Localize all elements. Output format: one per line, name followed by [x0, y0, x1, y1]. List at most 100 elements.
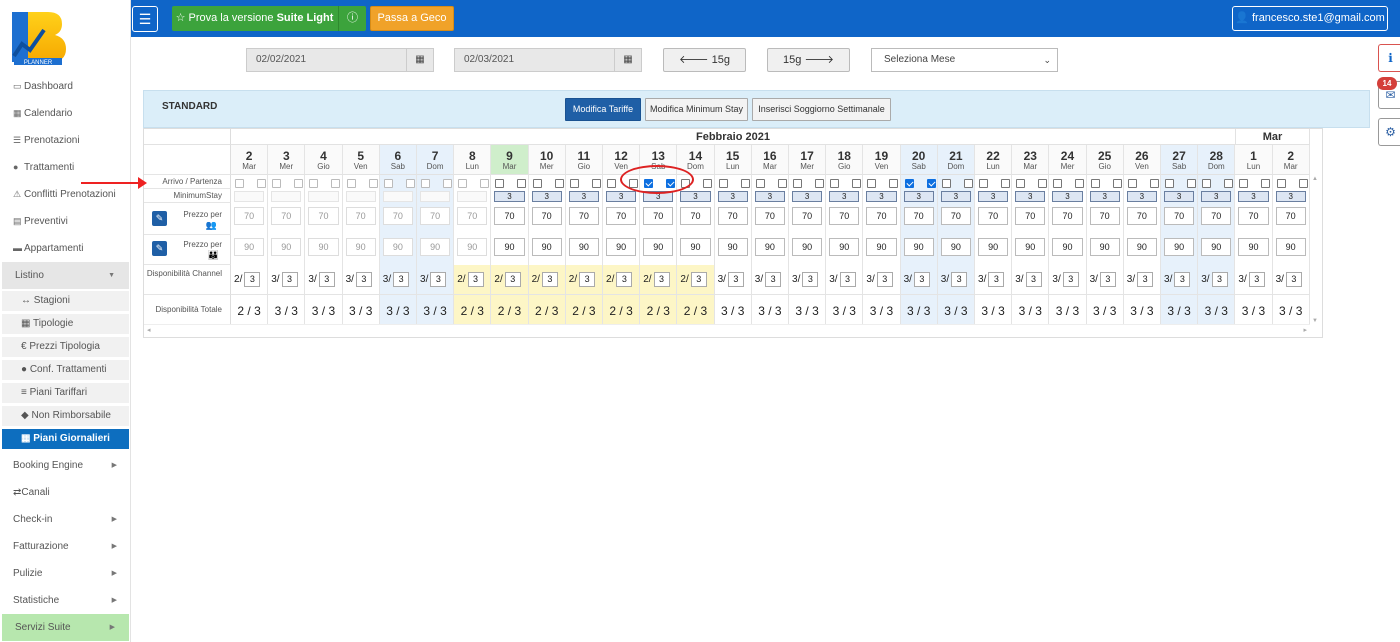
edit-pencil-button[interactable]: ✎ — [152, 241, 167, 256]
vertical-scrollbar[interactable]: ▲ ▼ — [1310, 176, 1322, 326]
price-2-persons-field[interactable]: 70 — [1126, 207, 1157, 225]
arrivo-checkbox[interactable] — [755, 179, 765, 188]
scroll-right-icon[interactable]: ▸ — [1303, 326, 1307, 334]
channel-availability-input[interactable]: 3 — [393, 272, 410, 287]
price-2-persons-field[interactable]: 70 — [866, 207, 897, 225]
price-3-persons-field[interactable]: 90 — [382, 238, 413, 256]
channel-availability-input[interactable]: 3 — [765, 272, 782, 287]
channel-availability-input[interactable]: 3 — [318, 272, 335, 287]
sidebar-item-servizi-suite[interactable]: Servizi Suite ▶ — [2, 614, 129, 641]
arrivo-checkbox[interactable] — [1053, 179, 1063, 188]
partenza-checkbox[interactable] — [852, 179, 862, 188]
price-3-persons-field[interactable]: 90 — [829, 238, 860, 256]
sidebar-item-calendario[interactable]: ▦ Calendario — [0, 100, 131, 127]
partenza-checkbox[interactable] — [926, 179, 936, 188]
month-select[interactable]: Seleziona Mese ⌄ — [871, 48, 1058, 72]
price-2-persons-field[interactable]: 70 — [792, 207, 823, 225]
price-2-persons-field[interactable]: 70 — [1089, 207, 1120, 225]
partenza-checkbox[interactable] — [777, 179, 787, 188]
min-stay-field[interactable]: 3 — [1126, 191, 1157, 202]
partenza-checkbox[interactable] — [1112, 179, 1122, 188]
horizontal-scrollbar[interactable]: ◂ ▸ — [144, 324, 1310, 336]
channel-availability-input[interactable]: 3 — [876, 272, 893, 287]
partenza-checkbox[interactable] — [1187, 179, 1196, 188]
price-3-persons-field[interactable]: 90 — [866, 238, 897, 256]
channel-availability-input[interactable]: 3 — [802, 272, 819, 287]
user-account-button[interactable]: 👤 francesco.ste1@gmail.com — [1232, 6, 1388, 31]
price-2-persons-field[interactable]: 70 — [680, 207, 711, 225]
arrivo-checkbox[interactable] — [1016, 179, 1026, 188]
price-2-persons-field[interactable]: 70 — [1201, 207, 1232, 225]
min-stay-field[interactable]: 3 — [1052, 191, 1083, 202]
arrivo-checkbox[interactable] — [1090, 179, 1100, 188]
sidebar-subitem-prezzi-tipologia[interactable]: € Prezzi Tipologia — [2, 337, 129, 357]
arrivo-checkbox[interactable] — [569, 179, 579, 188]
sidebar-item-fatturazione[interactable]: Fatturazione ▶ — [0, 533, 131, 560]
arrivo-checkbox[interactable] — [830, 179, 840, 188]
min-stay-field[interactable]: 3 — [606, 191, 637, 202]
date-to-field[interactable]: 02/03/2021 ▦ — [454, 48, 642, 72]
price-3-persons-field[interactable]: 90 — [1089, 238, 1120, 256]
price-2-persons-field[interactable]: 70 — [1164, 207, 1195, 225]
channel-availability-input[interactable]: 3 — [467, 272, 484, 287]
sidebar-item-prenotazioni[interactable]: ☰ Prenotazioni — [0, 127, 131, 154]
channel-availability-input[interactable]: 3 — [1137, 272, 1154, 287]
sidebar-subitem-tipologie[interactable]: ▦ Tipologie — [2, 314, 129, 334]
price-3-persons-field[interactable]: 90 — [308, 238, 339, 256]
channel-availability-input[interactable]: 3 — [1285, 272, 1302, 287]
scroll-down-icon[interactable]: ▼ — [1312, 318, 1318, 324]
arrivo-checkbox[interactable] — [272, 179, 282, 188]
settings-side-button[interactable]: ⚙ — [1378, 118, 1400, 146]
price-2-persons-field[interactable]: 70 — [1015, 207, 1046, 225]
arrivo-checkbox[interactable] — [421, 179, 430, 188]
min-stay-field[interactable]: 3 — [382, 191, 413, 202]
partenza-checkbox[interactable] — [554, 179, 564, 188]
price-2-persons-field[interactable]: 70 — [457, 207, 488, 225]
price-2-persons-field[interactable]: 70 — [978, 207, 1009, 225]
partenza-checkbox[interactable] — [591, 179, 601, 188]
sidebar-subitem-piani-tariffari[interactable]: ≡ Piani Tariffari — [2, 383, 129, 403]
price-3-persons-field[interactable]: 90 — [754, 238, 785, 256]
arrivo-checkbox[interactable] — [867, 179, 877, 188]
arrivo-checkbox[interactable] — [1202, 179, 1212, 188]
sidebar-item-conflitti-prenotazioni[interactable]: ⚠ Conflitti Prenotazioni — [0, 181, 131, 208]
calendar-icon[interactable]: ▦ — [406, 49, 433, 71]
price-2-persons-field[interactable]: 70 — [308, 207, 339, 225]
channel-availability-input[interactable]: 3 — [541, 272, 558, 287]
partenza-checkbox[interactable] — [517, 179, 527, 188]
min-stay-field[interactable]: 3 — [792, 191, 823, 202]
price-3-persons-field[interactable]: 90 — [568, 238, 599, 256]
min-stay-field[interactable]: 3 — [754, 191, 785, 202]
sidebar-item-canali[interactable]: ⇄Canali — [0, 479, 131, 506]
suite-light-button[interactable]: ☆ Prova la versione Suite Light ⓘ — [172, 6, 366, 31]
channel-availability-input[interactable]: 3 — [281, 272, 298, 287]
min-stay-field[interactable]: 3 — [420, 191, 451, 202]
price-2-persons-field[interactable]: 70 — [345, 207, 376, 225]
min-stay-field[interactable]: 3 — [1089, 191, 1120, 202]
date-from-field[interactable]: 02/02/2021 ▦ — [246, 48, 434, 72]
arrivo-checkbox[interactable] — [904, 179, 914, 188]
partenza-checkbox[interactable] — [257, 179, 266, 188]
channel-availability-input[interactable]: 3 — [1062, 272, 1079, 287]
sidebar-item-appartamenti[interactable]: ▬ Appartamenti — [0, 235, 131, 262]
sidebar-subitem-non-rimborsabile[interactable]: ◆ Non Rimborsabile — [2, 406, 129, 426]
channel-availability-input[interactable]: 3 — [1025, 272, 1042, 287]
partenza-checkbox[interactable] — [1149, 179, 1159, 188]
passa-a-geco-button[interactable]: Passa a Geco — [370, 6, 454, 31]
partenza-checkbox[interactable] — [1038, 179, 1048, 188]
partenza-checkbox[interactable] — [963, 179, 973, 188]
price-3-persons-field[interactable]: 90 — [940, 238, 971, 256]
bplanner-logo[interactable]: PLANNER — [10, 10, 68, 66]
price-3-persons-field[interactable]: 90 — [494, 238, 525, 256]
price-3-persons-field[interactable]: 90 — [1201, 238, 1232, 256]
arrivo-checkbox[interactable] — [979, 179, 988, 188]
arrivo-checkbox[interactable] — [718, 179, 728, 188]
price-3-persons-field[interactable]: 90 — [606, 238, 637, 256]
channel-availability-input[interactable]: 3 — [244, 272, 261, 287]
partenza-checkbox[interactable] — [740, 179, 750, 188]
price-2-persons-field[interactable]: 70 — [754, 207, 785, 225]
price-3-persons-field[interactable]: 90 — [457, 238, 488, 256]
sidebar-item-statistiche[interactable]: Statistiche ▶ — [0, 587, 131, 614]
price-3-persons-field[interactable]: 90 — [1275, 238, 1306, 256]
arrivo-checkbox[interactable] — [1276, 179, 1286, 188]
